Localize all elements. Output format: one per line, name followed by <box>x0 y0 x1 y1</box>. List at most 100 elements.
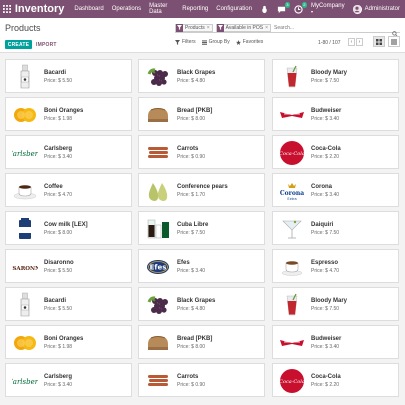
product-name: Carrots <box>177 374 199 380</box>
product-card[interactable]: Boni Oranges Price: $ 1.98 <box>5 325 132 359</box>
kanban-view-icon[interactable] <box>373 36 385 47</box>
product-name: Disaronno <box>44 260 74 266</box>
product-card[interactable]: Corona Extra Corona Price: $ 3.40 <box>272 173 399 207</box>
search-input[interactable] <box>274 23 392 32</box>
product-card[interactable]: Daiquiri Price: $ 7.50 <box>272 211 399 245</box>
menu-reporting[interactable]: Reporting <box>182 6 208 12</box>
product-image <box>144 329 172 357</box>
product-kanban: Bacardi Price: $ 5.50 Black Grapes Price: $… <box>0 53 405 405</box>
product-card[interactable]: Bloody Mary Price: $ 7.50 <box>272 287 399 321</box>
user-avatar[interactable] <box>353 4 362 14</box>
product-image <box>144 63 172 91</box>
app-brand[interactable]: Inventory <box>14 3 65 15</box>
product-card[interactable]: Coffee Price: $ 4.70 <box>5 173 132 207</box>
menu-dashboard[interactable]: Dashboard <box>74 6 103 12</box>
create-button[interactable]: CREATE <box>5 40 32 49</box>
product-image <box>11 177 39 205</box>
product-card[interactable]: Cuba Libre Price: $ 7.50 <box>138 211 265 245</box>
svg-text:Efes: Efes <box>150 264 167 272</box>
apps-menu-icon[interactable] <box>0 0 14 18</box>
product-image <box>144 139 172 167</box>
product-price: Price: $ 1.98 <box>44 344 73 350</box>
groupby-dropdown[interactable]: Group By <box>201 39 230 45</box>
menu-master-data[interactable]: Master Data <box>149 3 174 15</box>
product-card[interactable]: Efes Efes Price: $ 3.40 <box>138 249 265 283</box>
product-card[interactable]: Cow milk [LEX] Price: $ 8.00 <box>5 211 132 245</box>
close-icon[interactable]: × <box>265 25 270 31</box>
product-name: Carrots <box>177 146 199 152</box>
pager-previous-icon[interactable]: ‹ <box>348 38 355 46</box>
product-price: Price: $ 8.00 <box>177 116 206 122</box>
product-card[interactable]: Carrots Price: $ 0.90 <box>138 135 265 169</box>
product-card[interactable]: Black Grapes Price: $ 4.80 <box>138 287 265 321</box>
product-price: Price: $ 3.40 <box>311 344 340 350</box>
product-card[interactable]: Bread [PKB] Price: $ 8.00 <box>138 97 265 131</box>
filters-label: Filters <box>182 39 196 45</box>
product-card[interactable]: Bacardi Price: $ 5.50 <box>5 287 132 321</box>
product-card[interactable]: Carlsberg Carlsberg Price: $ 3.40 <box>5 135 132 169</box>
product-card[interactable]: Budweiser Price: $ 3.40 <box>272 97 399 131</box>
search-options: Filters Group By Favorites <box>175 39 269 45</box>
product-name: Conference pears <box>177 184 228 190</box>
bug-icon[interactable] <box>260 5 269 14</box>
product-card[interactable]: Espresso Price: $ 4.70 <box>272 249 399 283</box>
product-name: Black Grapes <box>177 70 216 76</box>
activity-clock-icon[interactable]: 2 <box>294 1 307 14</box>
activity-badge: 2 <box>301 1 307 8</box>
product-image: DISARONNO <box>11 253 39 281</box>
menu-operations[interactable]: Operations <box>112 6 141 12</box>
chat-badge: 3 <box>284 1 290 8</box>
product-price: Price: $ 8.00 <box>44 230 73 236</box>
product-name: Cow milk [LEX] <box>44 222 88 228</box>
filter-icon <box>176 23 183 32</box>
product-price: Price: $ 8.00 <box>177 344 206 350</box>
product-card[interactable]: Bread [PKB] Price: $ 8.00 <box>138 325 265 359</box>
pager-value[interactable]: 1-80 / 107 <box>318 40 341 46</box>
product-name: Boni Oranges <box>44 108 84 114</box>
facet-products[interactable]: Products × <box>175 23 213 32</box>
facet-available-in-pos[interactable]: Available in POS × <box>215 23 272 32</box>
product-image <box>11 215 39 243</box>
product-name: Bacardi <box>44 298 67 304</box>
search-icon[interactable] <box>392 24 400 37</box>
product-image <box>144 177 172 205</box>
favorites-dropdown[interactable]: Favorites <box>235 39 263 45</box>
import-button[interactable]: IMPORT <box>36 40 57 49</box>
product-card[interactable]: DISARONNO Disaronno Price: $ 5.50 <box>5 249 132 283</box>
product-image: Coca-Cola <box>278 367 306 395</box>
filter-icon <box>216 23 224 32</box>
product-price: Price: $ 0.90 <box>177 382 206 388</box>
product-card[interactable]: Coca-Cola Coca-Cola Price: $ 2.20 <box>272 135 399 169</box>
product-card[interactable]: Coca-Cola Coca-Cola Price: $ 2.20 <box>272 363 399 397</box>
user-name[interactable]: Administrator <box>365 6 400 12</box>
menu-configuration[interactable]: Configuration <box>216 6 252 12</box>
close-icon[interactable]: × <box>207 25 212 31</box>
product-price: Price: $ 7.50 <box>311 230 340 236</box>
pager-next-icon[interactable]: › <box>356 38 363 46</box>
product-price: Price: $ 2.20 <box>311 154 340 160</box>
product-card[interactable]: Boni Oranges Price: $ 1.98 <box>5 97 132 131</box>
product-card[interactable]: Budweiser Price: $ 3.40 <box>272 325 399 359</box>
search-bar: Products × Available in POS × <box>175 23 400 37</box>
product-card[interactable]: Black Grapes Price: $ 4.80 <box>138 59 265 93</box>
product-card[interactable]: Carlsberg Carlsberg Price: $ 3.40 <box>5 363 132 397</box>
control-panel: Products Products × Available in POS × C… <box>0 18 405 53</box>
product-price: Price: $ 4.80 <box>177 306 206 312</box>
top-navbar: Inventory Dashboard Operations Master Da… <box>0 0 405 18</box>
product-card[interactable]: Conference pears Price: $ 1.70 <box>138 173 265 207</box>
list-view-icon[interactable] <box>388 36 400 47</box>
product-image <box>278 101 306 129</box>
product-card[interactable]: Bacardi Price: $ 5.50 <box>5 59 132 93</box>
filters-dropdown[interactable]: Filters <box>175 39 196 45</box>
chat-icon[interactable]: 3 <box>277 1 290 14</box>
product-card[interactable]: Carrots Price: $ 0.90 <box>138 363 265 397</box>
svg-text:Carlsberg: Carlsberg <box>12 150 38 158</box>
product-name: Coca-Cola <box>311 146 341 152</box>
product-price: Price: $ 1.98 <box>44 116 73 122</box>
product-price: Price: $ 5.50 <box>44 306 73 312</box>
product-name: Coca-Cola <box>311 374 341 380</box>
product-card[interactable]: Bloody Mary Price: $ 7.50 <box>272 59 399 93</box>
company-switcher[interactable]: MyCompany <box>311 3 345 15</box>
product-name: Cuba Libre <box>177 222 209 228</box>
product-price: Price: $ 3.40 <box>44 154 73 160</box>
